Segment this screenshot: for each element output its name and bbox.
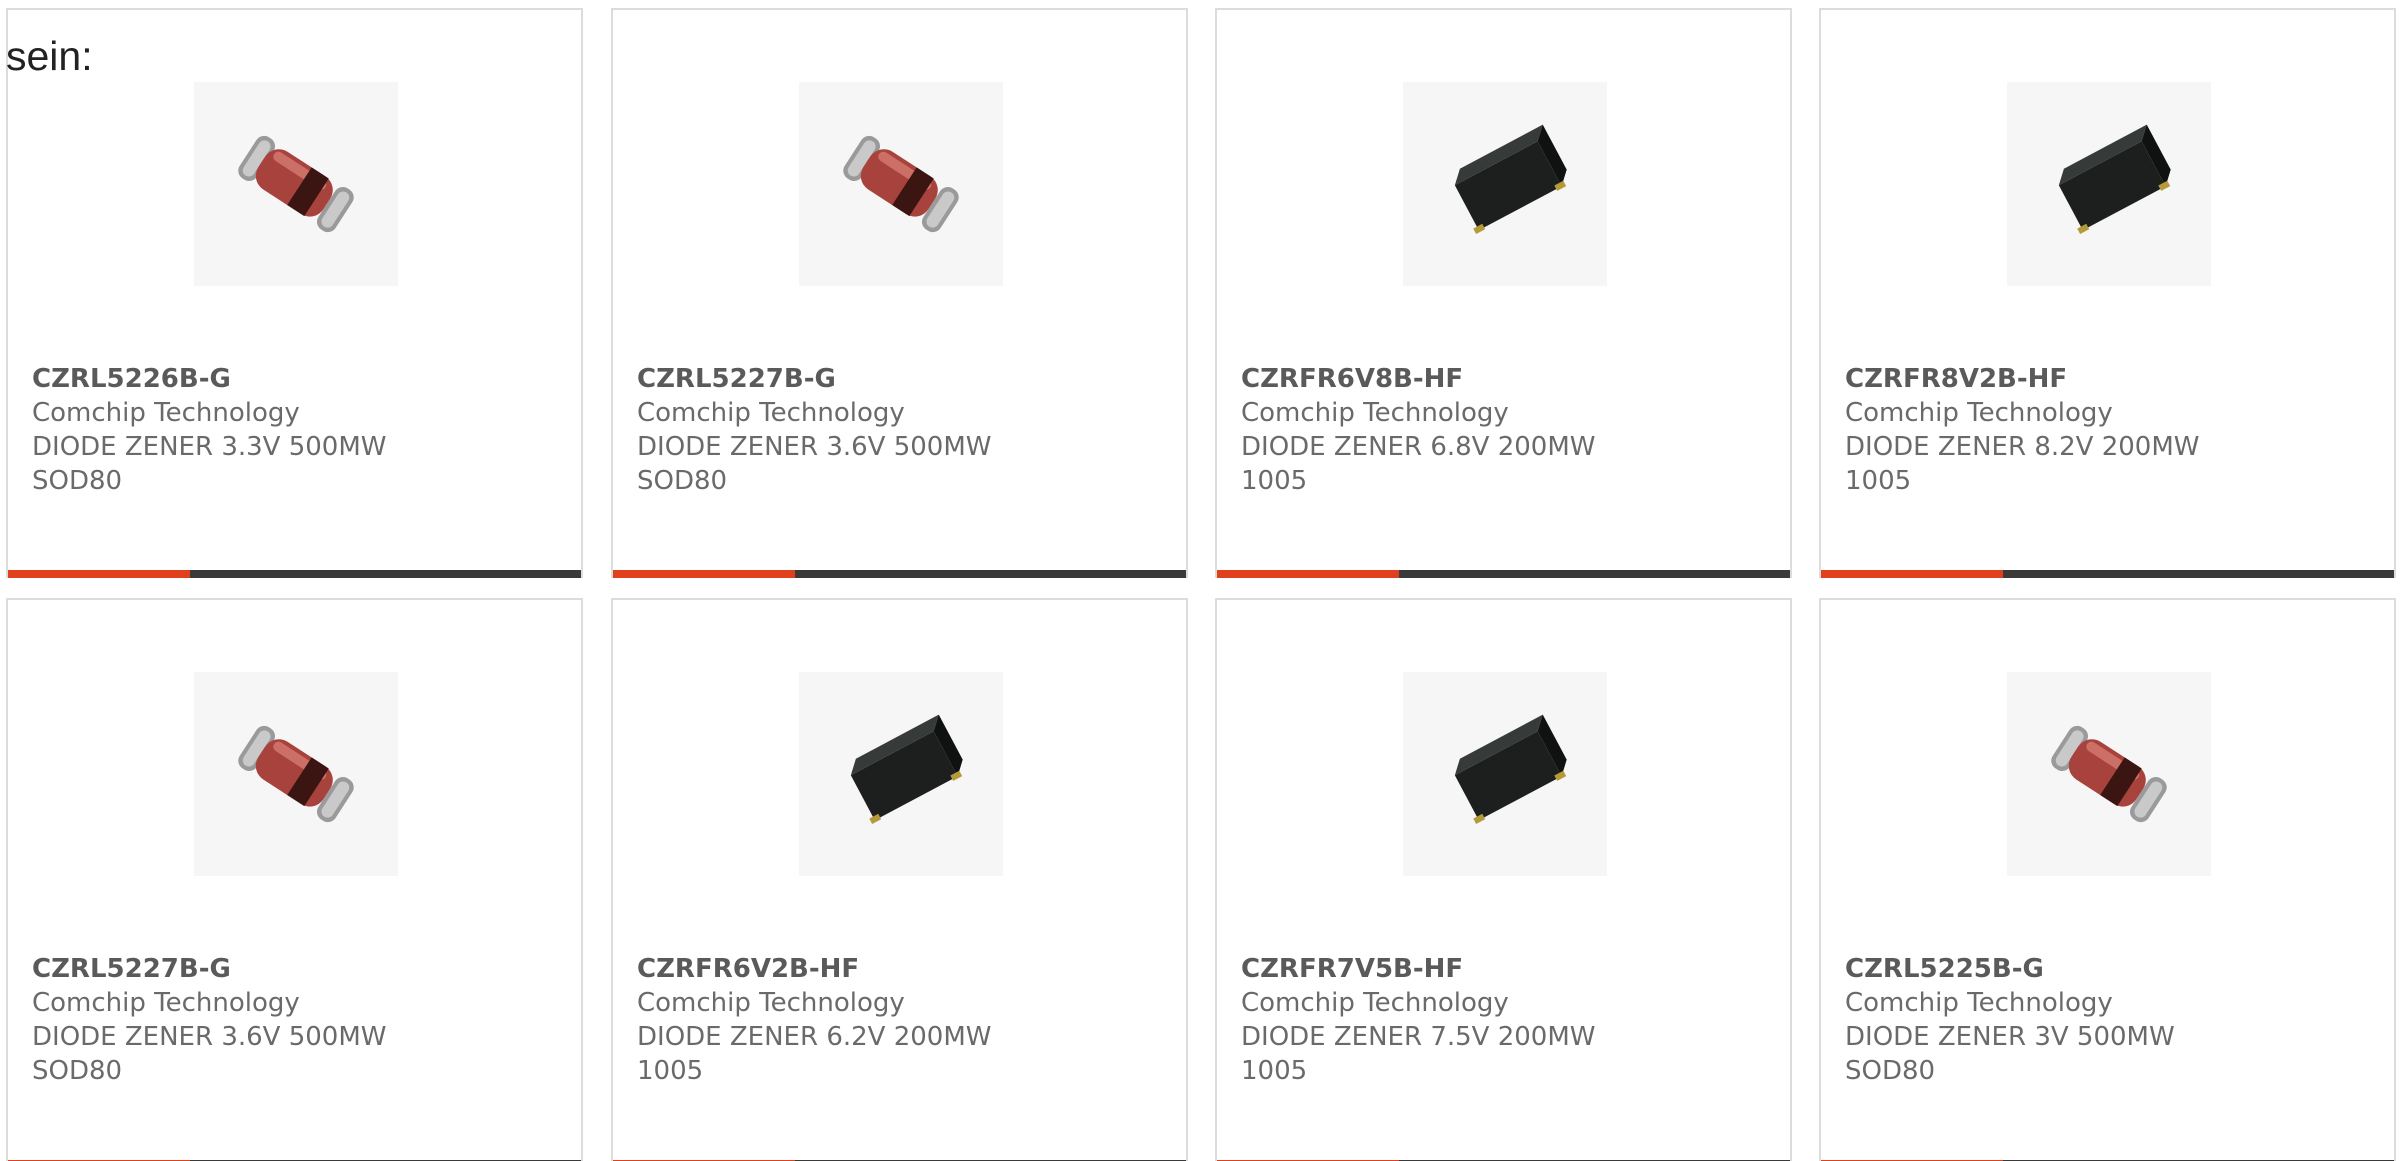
card-accent-bar [1821,570,2003,578]
melf-glass-diode-icon [2051,725,2167,823]
part-number[interactable]: CZRFR7V5B-HF [1241,952,1463,986]
card-accent-bar [8,570,190,578]
description: DIODE ZENER 8.2V 200MW 1005 [1845,432,2200,496]
part-number[interactable]: CZRFR6V8B-HF [1241,362,1463,396]
description: DIODE ZENER 3.3V 500MW SOD80 [32,432,387,496]
description: DIODE ZENER 6.2V 200MW 1005 [637,1022,992,1086]
product-image[interactable] [2007,82,2211,286]
smd-chip-diode-icon [850,714,963,825]
product-card[interactable]: CZRL5227B-G Comchip Technology DIODE ZEN… [6,598,583,1161]
manufacturer: Comchip Technology [637,988,905,1018]
description: DIODE ZENER 3V 500MW SOD80 [1845,1022,2175,1086]
product-image[interactable] [1403,82,1607,286]
manufacturer: Comchip Technology [32,398,300,428]
product-card[interactable]: CZRL5227B-G Comchip Technology DIODE ZEN… [611,8,1188,578]
manufacturer: Comchip Technology [637,398,905,428]
product-image[interactable] [2007,672,2211,876]
intro-text: sein: [6,33,93,79]
product-card[interactable]: CZRL5226B-G Comchip Technology DIODE ZEN… [6,8,583,578]
product-card[interactable]: CZRFR8V2B-HF Comchip Technology DIODE ZE… [1819,8,2396,578]
part-number[interactable]: CZRL5227B-G [637,362,836,396]
part-number[interactable]: CZRL5227B-G [32,952,231,986]
melf-glass-diode-icon [843,135,959,233]
description: DIODE ZENER 6.8V 200MW 1005 [1241,432,1596,496]
manufacturer: Comchip Technology [1241,988,1509,1018]
product-image[interactable] [194,672,398,876]
description: DIODE ZENER 7.5V 200MW 1005 [1241,1022,1596,1086]
manufacturer: Comchip Technology [1241,398,1509,428]
card-bottom-bar [1821,570,2394,578]
product-image[interactable] [194,82,398,286]
part-number[interactable]: CZRFR6V2B-HF [637,952,859,986]
part-number[interactable]: CZRL5226B-G [32,362,231,396]
smd-chip-diode-icon [1454,714,1567,825]
card-bottom-bar [1217,570,1790,578]
part-number[interactable]: CZRFR8V2B-HF [1845,362,2067,396]
product-image[interactable] [799,672,1003,876]
card-accent-bar [1217,570,1399,578]
manufacturer: Comchip Technology [1845,398,2113,428]
product-image[interactable] [1403,672,1607,876]
product-card[interactable]: CZRFR6V2B-HF Comchip Technology DIODE ZE… [611,598,1188,1161]
manufacturer: Comchip Technology [32,988,300,1018]
card-bottom-bar [8,570,581,578]
melf-glass-diode-icon [238,725,354,823]
manufacturer: Comchip Technology [1845,988,2113,1018]
product-image[interactable] [799,82,1003,286]
product-card[interactable]: CZRFR6V8B-HF Comchip Technology DIODE ZE… [1215,8,1792,578]
description: DIODE ZENER 3.6V 500MW SOD80 [637,432,992,496]
card-accent-bar [613,570,795,578]
product-card[interactable]: CZRFR7V5B-HF Comchip Technology DIODE ZE… [1215,598,1792,1161]
product-card[interactable]: CZRL5225B-G Comchip Technology DIODE ZEN… [1819,598,2396,1161]
description: DIODE ZENER 3.6V 500MW SOD80 [32,1022,387,1086]
card-bottom-bar [613,570,1186,578]
smd-chip-diode-icon [1454,124,1567,235]
part-number[interactable]: CZRL5225B-G [1845,952,2044,986]
melf-glass-diode-icon [238,135,354,233]
smd-chip-diode-icon [2058,124,2171,235]
